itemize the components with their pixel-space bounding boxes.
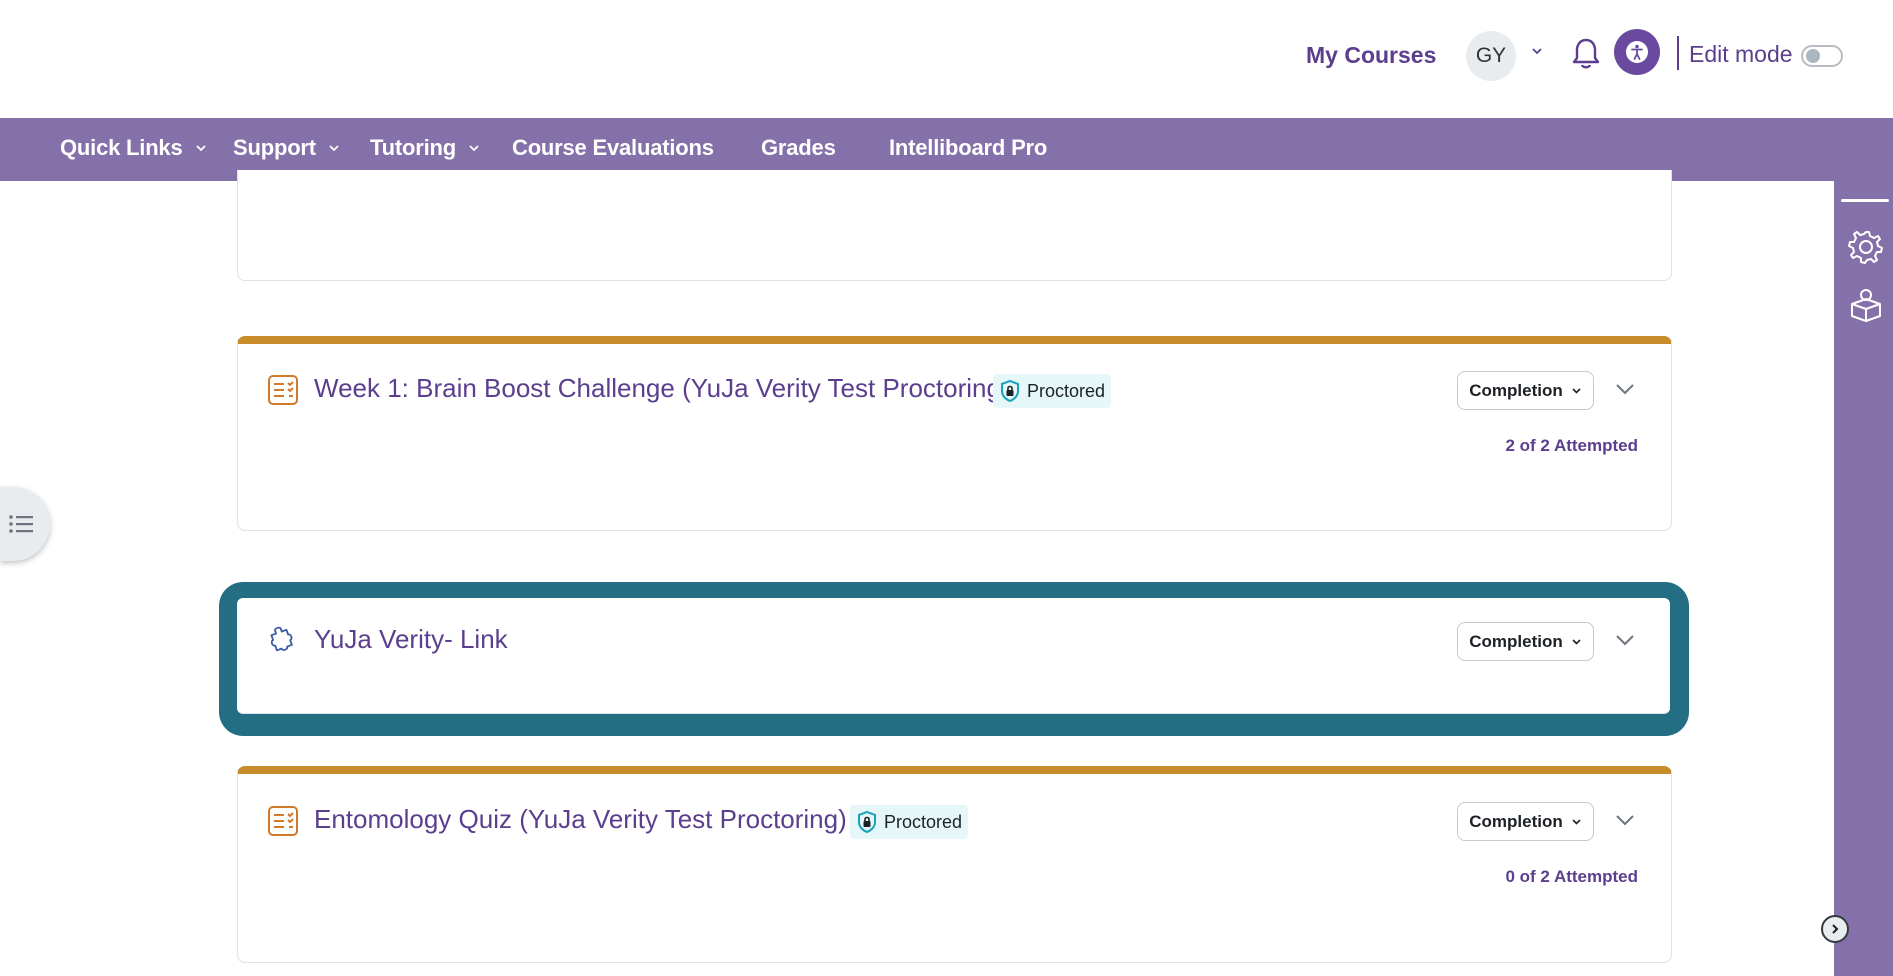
shield-lock-icon <box>858 810 876 834</box>
drawer-handle <box>1841 199 1889 202</box>
chevron-right-icon <box>1832 924 1839 934</box>
proctored-badge: Proctored <box>993 374 1112 408</box>
completion-dropdown[interactable]: Completion <box>1457 371 1594 410</box>
activity-title-link[interactable]: Entomology Quiz (YuJa Verity Test Procto… <box>314 804 847 835</box>
completion-label: Completion <box>1469 811 1563 831</box>
chevron-down-icon <box>1572 639 1581 645</box>
nav-label: Tutoring <box>370 135 456 160</box>
quiz-icon <box>268 806 298 836</box>
nav-support[interactable]: Support <box>233 133 340 163</box>
nav-label: Quick Links <box>60 135 183 160</box>
completion-label: Completion <box>1469 631 1563 651</box>
attempts-status: 0 of 2 Attempted <box>1505 867 1638 886</box>
completion-dropdown[interactable]: Completion <box>1457 622 1594 661</box>
chevron-down-icon <box>195 145 206 152</box>
nav-tutoring[interactable]: Tutoring <box>370 133 480 163</box>
nav-intelliboard-pro[interactable]: Intelliboard Pro <box>889 133 1047 163</box>
quiz-icon <box>268 375 298 405</box>
nav-quick-links[interactable]: Quick Links <box>60 133 207 163</box>
chevron-down-icon <box>329 145 339 152</box>
edit-mode-toggle[interactable] <box>1801 45 1843 67</box>
chevron-down-icon <box>469 145 479 152</box>
chevron-down-icon[interactable] <box>1530 44 1544 58</box>
chevron-down-icon <box>1572 819 1581 825</box>
bell-icon[interactable] <box>1570 36 1602 72</box>
drawer-toggle-button[interactable] <box>1821 915 1849 943</box>
learning-tools-icon[interactable] <box>1847 286 1885 324</box>
attempts-status: 2 of 2 Attempted <box>1505 436 1638 455</box>
edit-mode-label: Edit mode <box>1689 41 1793 67</box>
nav-course-evaluations[interactable]: Course Evaluations <box>512 133 714 163</box>
header-divider <box>1677 36 1679 70</box>
expand-chevron-icon[interactable] <box>1612 376 1638 402</box>
activity-card <box>237 766 1672 963</box>
puzzle-icon <box>270 626 293 652</box>
chevron-down-icon <box>1572 388 1581 394</box>
nav-label: Support <box>233 135 316 160</box>
completion-label: Completion <box>1469 380 1563 400</box>
completion-dropdown[interactable]: Completion <box>1457 802 1594 841</box>
gear-icon[interactable] <box>1847 228 1885 266</box>
nav-grades[interactable]: Grades <box>761 133 836 163</box>
top-header: My Courses GY Edit mode <box>0 0 1893 118</box>
my-courses-link[interactable]: My Courses <box>1306 42 1436 69</box>
nav-label: Intelliboard Pro <box>889 135 1048 160</box>
list-icon <box>9 515 33 533</box>
expand-chevron-icon[interactable] <box>1612 807 1638 833</box>
shield-lock-icon <box>1001 379 1019 403</box>
activity-card <box>237 336 1672 531</box>
badge-label: Proctored <box>884 811 963 832</box>
badge-label: Proctored <box>1027 380 1106 401</box>
accessibility-button[interactable] <box>1614 29 1660 75</box>
expand-chevron-icon[interactable] <box>1612 627 1638 653</box>
activity-title-link[interactable]: YuJa Verity- Link <box>314 624 508 655</box>
activity-card-previous <box>237 170 1672 281</box>
course-index-toggle[interactable] <box>0 487 50 561</box>
activity-card <box>237 598 1670 714</box>
nav-label: Grades <box>761 135 836 160</box>
accessibility-icon <box>1626 41 1648 63</box>
proctored-badge: Proctored <box>850 805 969 839</box>
nav-label: Course Evaluations <box>512 135 714 160</box>
activity-title-link[interactable]: Week 1: Brain Boost Challenge (YuJa Veri… <box>314 373 1010 404</box>
user-avatar[interactable]: GY <box>1466 31 1516 81</box>
